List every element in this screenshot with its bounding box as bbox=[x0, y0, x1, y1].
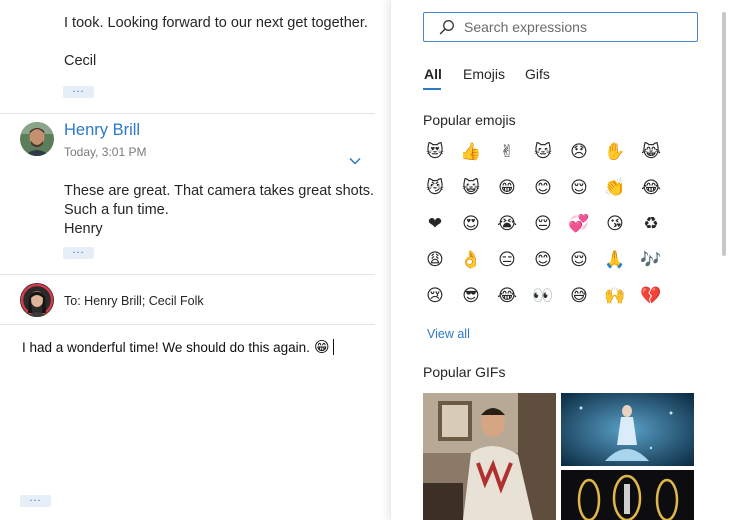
emoji-icon[interactable]: 😌 bbox=[567, 176, 591, 200]
emoji-icon[interactable]: 😭 bbox=[495, 212, 519, 236]
popular-gifs-heading: Popular GIFs bbox=[423, 364, 506, 380]
divider bbox=[0, 113, 375, 114]
previous-message-text: I took. Looking forward to our next get … bbox=[64, 15, 368, 31]
emoji-icon[interactable]: 👍 bbox=[459, 140, 483, 164]
avatar[interactable] bbox=[20, 283, 54, 317]
grinning-emoji-icon: 😁 bbox=[313, 338, 330, 356]
emoji-icon[interactable]: 😅 bbox=[567, 284, 591, 308]
scrollbar[interactable] bbox=[722, 12, 726, 256]
emoji-icon[interactable]: 😼 bbox=[423, 176, 447, 200]
emoji-icon[interactable]: 😊 bbox=[531, 248, 555, 272]
emoji-icon[interactable]: 😻 bbox=[423, 140, 447, 164]
emoji-icon[interactable]: 😂 bbox=[639, 176, 663, 200]
emoji-icon[interactable]: 😍 bbox=[459, 212, 483, 236]
emoji-icon[interactable]: ✌ bbox=[495, 140, 519, 164]
recipients-line[interactable]: To: Henry Brill; Cecil Folk bbox=[64, 294, 204, 308]
popular-emojis-heading: Popular emojis bbox=[423, 112, 516, 128]
message-body-line: These are great. That camera takes great… bbox=[64, 183, 375, 199]
search-box[interactable] bbox=[423, 12, 698, 42]
search-icon bbox=[439, 19, 455, 40]
emoji-icon[interactable]: 😢 bbox=[423, 284, 447, 308]
emoji-icon[interactable]: 😔 bbox=[531, 212, 555, 236]
active-tab-indicator bbox=[423, 88, 441, 90]
avatar[interactable] bbox=[20, 122, 54, 156]
emoji-icon[interactable]: 😑 bbox=[495, 248, 519, 272]
sender-name[interactable]: Henry Brill bbox=[64, 121, 140, 140]
emoji-icon[interactable]: 😞 bbox=[567, 140, 591, 164]
emoji-icon[interactable]: 😹 bbox=[639, 140, 663, 164]
emoji-icon[interactable]: 👏 bbox=[603, 176, 627, 200]
emoji-icon[interactable]: 😩 bbox=[423, 248, 447, 272]
gif-thumbnail[interactable] bbox=[561, 393, 694, 466]
chevron-down-icon[interactable] bbox=[349, 152, 361, 170]
emoji-icon[interactable]: 😎 bbox=[459, 284, 483, 308]
emoji-icon[interactable]: 😺 bbox=[459, 176, 483, 200]
message-timestamp: Today, 3:01 PM bbox=[64, 145, 147, 159]
emoji-icon[interactable]: ♻ bbox=[639, 212, 663, 236]
message-body-line: Such a fun time. bbox=[64, 202, 169, 218]
previous-message-signature: Cecil bbox=[64, 53, 97, 69]
tab-all[interactable]: All bbox=[424, 66, 442, 82]
divider bbox=[0, 274, 375, 275]
emoji-icon[interactable]: 😘 bbox=[603, 212, 627, 236]
compose-body[interactable]: I had a wonderful time! We should do thi… bbox=[22, 338, 334, 356]
mail-thread: I took. Looking forward to our next get … bbox=[0, 0, 388, 520]
tab-emojis[interactable]: Emojis bbox=[463, 66, 505, 82]
emoji-icon[interactable]: 🐱 bbox=[531, 140, 555, 164]
expressions-pane: All Emojis Gifs Popular emojis 😻 👍 ✌ 🐱 😞 ✋ 😹 😼 😺… bbox=[390, 0, 730, 520]
emoji-icon[interactable]: 😊 bbox=[531, 176, 555, 200]
to-label: To: bbox=[64, 294, 81, 308]
divider bbox=[0, 324, 375, 325]
emoji-icon[interactable]: 👌 bbox=[459, 248, 483, 272]
emoji-icon[interactable]: 🎶 bbox=[639, 248, 663, 272]
emoji-icon[interactable]: 😌 bbox=[567, 248, 591, 272]
emoji-icon[interactable]: 💔 bbox=[639, 284, 663, 308]
show-more-button[interactable]: ... bbox=[20, 493, 51, 507]
gif-thumbnail[interactable] bbox=[423, 393, 556, 520]
gif-thumbnail[interactable] bbox=[561, 470, 694, 520]
emoji-icon[interactable]: 😂 bbox=[495, 284, 519, 308]
emoji-icon[interactable]: 👀 bbox=[531, 284, 555, 308]
emoji-icon[interactable]: 💞 bbox=[567, 212, 591, 236]
emoji-icon[interactable]: ✋ bbox=[603, 140, 627, 164]
recipients: Henry Brill; Cecil Folk bbox=[84, 294, 204, 308]
tab-gifs[interactable]: Gifs bbox=[525, 66, 550, 82]
show-more-button[interactable]: ... bbox=[63, 245, 94, 259]
view-all-link[interactable]: View all bbox=[427, 327, 470, 341]
emoji-icon[interactable]: 🙏 bbox=[603, 248, 627, 272]
compose-text: I had a wonderful time! We should do thi… bbox=[22, 339, 310, 355]
message-signature: Henry bbox=[64, 221, 103, 237]
emoji-icon[interactable]: 🙌 bbox=[603, 284, 627, 308]
emoji-icon[interactable]: ❤ bbox=[423, 212, 447, 236]
show-more-button[interactable]: ... bbox=[63, 84, 94, 98]
text-cursor bbox=[332, 339, 334, 355]
search-input[interactable] bbox=[464, 17, 689, 37]
emoji-icon[interactable]: 😁 bbox=[495, 176, 519, 200]
